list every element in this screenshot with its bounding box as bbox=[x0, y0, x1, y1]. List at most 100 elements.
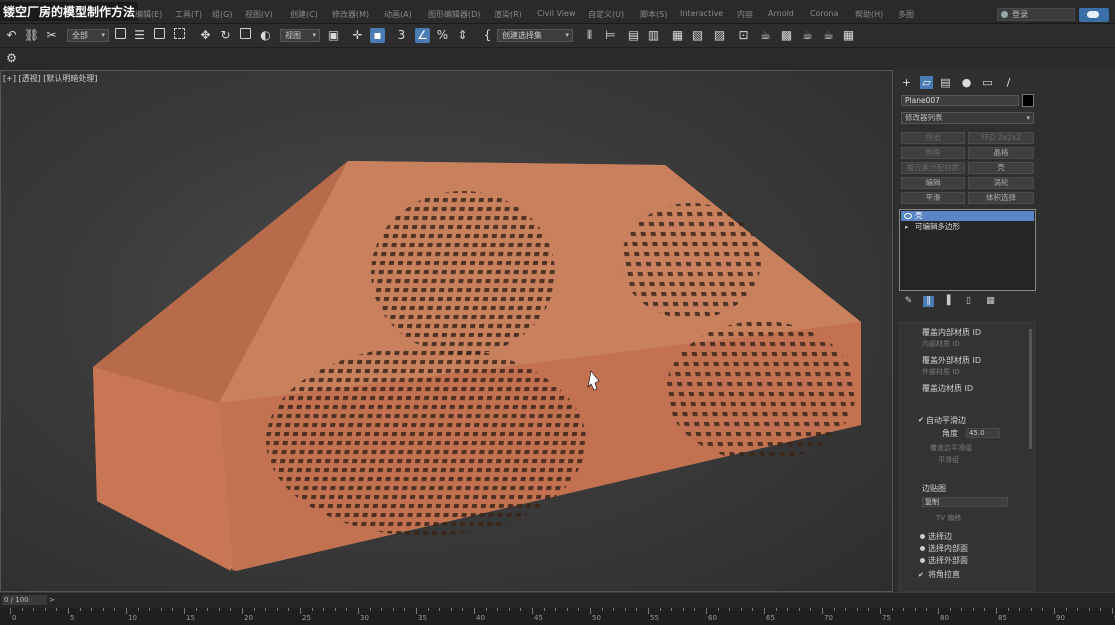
rendered-frame-window-icon[interactable]: ▩ bbox=[779, 28, 794, 43]
menu-item-corona[interactable]: Corona bbox=[810, 9, 838, 18]
menu-item-edit[interactable]: 编辑(E) bbox=[135, 9, 162, 20]
perspective-viewport[interactable]: [+] [透视] [默认明暗处理] bbox=[0, 70, 893, 592]
toggle-ribbon-icon[interactable]: ▦ bbox=[670, 28, 685, 43]
auto-smooth-checkmark-icon[interactable]: ✔ bbox=[918, 417, 924, 424]
menu-item-civil-view[interactable]: Civil View bbox=[537, 9, 576, 18]
track-bar-ruler[interactable]: 05101520253035404550556065707580859095 bbox=[0, 608, 1115, 625]
stack-item-shell[interactable]: 壳 bbox=[901, 211, 1034, 221]
configure-sets-icon[interactable]: ▦ bbox=[985, 296, 996, 307]
modifier-button-6[interactable]: 壳 bbox=[968, 162, 1034, 174]
named-selection-dropdown[interactable]: 创建选择集 bbox=[497, 29, 573, 42]
time-slider[interactable]: 0 / 100 bbox=[2, 595, 47, 605]
select-by-name-icon[interactable]: ☰ bbox=[132, 28, 147, 43]
move-icon[interactable]: ✥ bbox=[198, 28, 213, 43]
menu-item-help[interactable]: 帮助(H) bbox=[855, 9, 883, 20]
menu-item-scripting[interactable]: 脚本(S) bbox=[640, 9, 667, 20]
render-activeshade-icon[interactable]: ▦ bbox=[841, 28, 856, 43]
pin-stack-icon[interactable]: ✎ bbox=[903, 296, 914, 307]
cloud-button[interactable] bbox=[1079, 8, 1109, 22]
display-tab-icon[interactable]: ▭ bbox=[981, 76, 994, 89]
modifier-button-2[interactable]: FFD 2x2x2 bbox=[968, 132, 1034, 144]
signin-field[interactable]: 登录 bbox=[997, 8, 1075, 21]
menu-item-content[interactable]: 内容 bbox=[737, 9, 753, 20]
workspace-icon[interactable]: ⚙ bbox=[4, 51, 19, 66]
link-icon[interactable]: ⛓ bbox=[24, 28, 39, 43]
menu-item-extra[interactable]: 多图 bbox=[898, 9, 914, 20]
pivot-icon[interactable]: ▣ bbox=[326, 28, 341, 43]
select-outer-faces-radio[interactable] bbox=[920, 558, 925, 563]
rotate-icon[interactable]: ↻ bbox=[218, 28, 233, 43]
placement-icon[interactable]: ◐ bbox=[258, 28, 273, 43]
modifier-button-1[interactable]: 挤出 bbox=[901, 132, 965, 144]
modify-tab-icon[interactable]: ▱ bbox=[920, 76, 933, 89]
modifier-button-10[interactable]: 体积选择 bbox=[968, 192, 1034, 204]
modifier-button-4[interactable]: 晶格 bbox=[968, 147, 1034, 159]
unlink-icon[interactable]: ✂ bbox=[44, 28, 59, 43]
object-name-field[interactable]: Plane007 bbox=[901, 95, 1019, 106]
rollout-scrollbar[interactable] bbox=[1029, 329, 1032, 449]
toggle-layer-explorer-icon[interactable]: ▥ bbox=[646, 28, 661, 43]
select-inner-faces-radio[interactable] bbox=[920, 546, 925, 551]
straighten-corners-checkmark-icon[interactable]: ✔ bbox=[918, 572, 924, 579]
override-outer-mat-id-checkbox[interactable]: 覆盖外部材质 ID bbox=[922, 355, 981, 366]
scale-icon[interactable] bbox=[240, 28, 251, 39]
remove-modifier-icon[interactable]: ▯ bbox=[963, 296, 974, 307]
modifier-list-dropdown[interactable]: 修改器列表 bbox=[901, 112, 1034, 124]
curve-editor-icon[interactable]: ▧ bbox=[690, 28, 705, 43]
modifier-button-5[interactable]: 按元素分配材质 bbox=[901, 162, 965, 174]
render-production-icon[interactable]: ☕ bbox=[800, 28, 815, 43]
menu-item-customize[interactable]: 自定义(U) bbox=[588, 9, 624, 20]
modifier-button-3[interactable]: 倒角 bbox=[901, 147, 965, 159]
hierarchy-tab-icon[interactable]: ▤ bbox=[939, 76, 952, 89]
keyboard-shortcut-icon[interactable]: ▪ bbox=[370, 28, 385, 43]
schematic-view-icon[interactable]: ▨ bbox=[712, 28, 727, 43]
menu-item-animation[interactable]: 动画(A) bbox=[384, 9, 412, 20]
edit-named-selection-icon[interactable]: { bbox=[480, 28, 495, 43]
create-tab-icon[interactable]: + bbox=[900, 76, 913, 89]
menu-item-modifiers[interactable]: 修改器(M) bbox=[332, 9, 369, 20]
menu-item-interactive[interactable]: Interactive bbox=[680, 9, 723, 18]
override-edge-mat-id-checkbox[interactable]: 覆盖边材质 ID bbox=[922, 383, 973, 394]
menu-item-views[interactable]: 视图(V) bbox=[245, 9, 273, 20]
motion-tab-icon[interactable]: ● bbox=[960, 76, 973, 89]
modifier-button-7[interactable]: 编辑 bbox=[901, 177, 965, 189]
menu-item-group[interactable]: 组(G) bbox=[212, 9, 232, 20]
make-unique-icon[interactable]: ▌ bbox=[945, 296, 956, 307]
window-crossing-icon[interactable] bbox=[174, 28, 185, 39]
selection-filter-dropdown[interactable]: 全部 bbox=[67, 29, 109, 42]
material-editor-icon[interactable]: ⊡ bbox=[736, 28, 751, 43]
toggle-scene-explorer-icon[interactable]: ▤ bbox=[626, 28, 641, 43]
render-setup-icon[interactable]: ☕ bbox=[758, 28, 773, 43]
reference-coordinate-dropdown[interactable]: 视图 bbox=[280, 29, 320, 42]
menu-item-graph-editors[interactable]: 图形编辑器(D) bbox=[428, 9, 480, 20]
angle-spinner[interactable]: 45.0 bbox=[966, 428, 1000, 438]
next-frame-icon[interactable]: > bbox=[49, 595, 57, 605]
undo-icon[interactable]: ↶ bbox=[4, 28, 19, 43]
utilities-tab-icon[interactable]: / bbox=[1002, 76, 1015, 89]
spinner-snap-icon[interactable]: ⇕ bbox=[455, 28, 470, 43]
stack-item-editable-poly[interactable]: ▸ 可编辑多边形 bbox=[901, 222, 1034, 232]
override-inner-mat-id-checkbox[interactable]: 覆盖内部材质 ID bbox=[922, 327, 981, 338]
modifier-button-8[interactable]: 涡轮 bbox=[968, 177, 1034, 189]
mirror-icon[interactable]: ⫴ bbox=[582, 28, 597, 43]
eye-icon[interactable] bbox=[904, 213, 912, 219]
show-end-result-icon[interactable]: ∥ bbox=[923, 296, 934, 307]
select-manipulate-icon[interactable]: ✛ bbox=[350, 28, 365, 43]
expand-arrow-icon[interactable]: ▸ bbox=[905, 222, 909, 232]
menu-item-rendering[interactable]: 渲染(R) bbox=[494, 9, 522, 20]
select-edges-radio[interactable] bbox=[920, 534, 925, 539]
object-color-swatch[interactable] bbox=[1022, 94, 1034, 107]
override-smooth-group-label[interactable]: 覆盖边平滑组 bbox=[930, 443, 972, 453]
rect-selection-icon[interactable] bbox=[154, 28, 165, 39]
select-object-icon[interactable] bbox=[115, 28, 126, 39]
edge-mapping-dropdown[interactable]: 复制 bbox=[922, 497, 1008, 507]
modifier-button-9[interactable]: 平滑 bbox=[901, 192, 965, 204]
menu-item-arnold[interactable]: Arnold bbox=[768, 9, 794, 18]
angle-snap-icon[interactable]: ∠ bbox=[415, 28, 430, 43]
snaps-toggle-icon[interactable]: 3 bbox=[394, 28, 409, 43]
percent-snap-icon[interactable]: % bbox=[435, 28, 450, 43]
render-icon[interactable]: ☕ bbox=[821, 28, 836, 43]
menu-item-create[interactable]: 创建(C) bbox=[290, 9, 318, 20]
menu-item-tools[interactable]: 工具(T) bbox=[175, 9, 202, 20]
align-icon[interactable]: ⊨ bbox=[603, 28, 618, 43]
